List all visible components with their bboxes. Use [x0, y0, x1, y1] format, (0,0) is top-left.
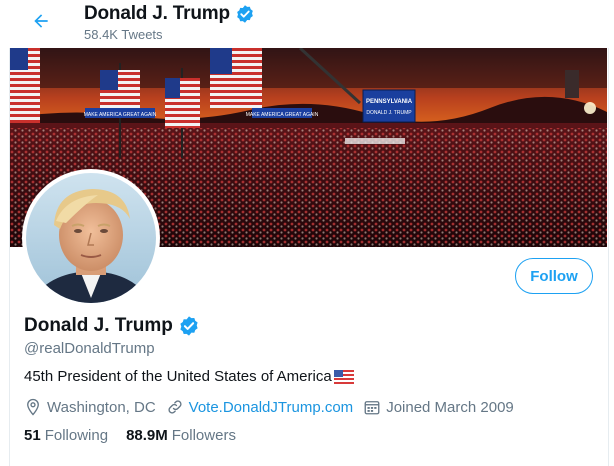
followers-count: 88.9M: [126, 427, 168, 444]
flag-left: [10, 48, 40, 123]
avatar[interactable]: [22, 169, 160, 307]
profile-handle: @realDonaldTrump: [24, 340, 155, 357]
website: Vote.DonaldJTrump.com: [166, 398, 354, 416]
following-link[interactable]: 51 Following: [24, 427, 108, 444]
join-date: Joined March 2009: [363, 398, 514, 416]
following-label: Following: [44, 427, 109, 444]
profile-name: Donald J. Trump: [24, 315, 200, 337]
calendar-icon: [364, 401, 380, 415]
location-pin-icon: [27, 398, 39, 416]
banner-screen-line1: PENNSYLVANIA: [366, 99, 413, 105]
tweet-count: 58.4K Tweets: [84, 27, 163, 42]
back-arrow-icon: [34, 14, 48, 28]
banner-sign-left: MAKE AMERICA GREAT AGAIN: [84, 112, 157, 118]
profile-stats: 51 Following 88.9M Followers: [24, 427, 254, 444]
flag-4: [210, 48, 262, 108]
avatar-image: [26, 173, 156, 303]
banner-screen-line2: DONALD J. TRUMP: [366, 110, 412, 116]
profile-name-text: Donald J. Trump: [24, 315, 173, 336]
verified-badge-icon: [237, 5, 253, 23]
back-button[interactable]: [26, 6, 56, 36]
top-bar: Donald J. Trump 58.4K Tweets: [0, 0, 614, 48]
us-flag-emoji: [333, 369, 354, 384]
join-date-text: Joined March 2009: [386, 398, 514, 416]
profile-bio-text: 45th President of the United States of A…: [24, 368, 332, 385]
profile-bio: 45th President of the United States of A…: [24, 368, 354, 385]
followers-link[interactable]: 88.9M Followers: [126, 427, 236, 444]
follow-button[interactable]: Follow: [515, 258, 593, 294]
location-text: Washington, DC: [47, 398, 156, 416]
profile-meta: Washington, DC Vote.DonaldJTrump.com Joi…: [24, 398, 524, 416]
followers-label: Followers: [171, 427, 236, 444]
header-name: Donald J. Trump: [84, 3, 255, 25]
header-name-text: Donald J. Trump: [84, 3, 230, 24]
banner-sign-mid: MAKE AMERICA GREAT AGAIN: [246, 112, 319, 118]
verified-badge-icon: [180, 316, 198, 336]
link-icon: [168, 400, 182, 414]
website-link[interactable]: Vote.DonaldJTrump.com: [189, 399, 354, 416]
following-count: 51: [24, 427, 41, 444]
location: Washington, DC: [24, 398, 156, 416]
